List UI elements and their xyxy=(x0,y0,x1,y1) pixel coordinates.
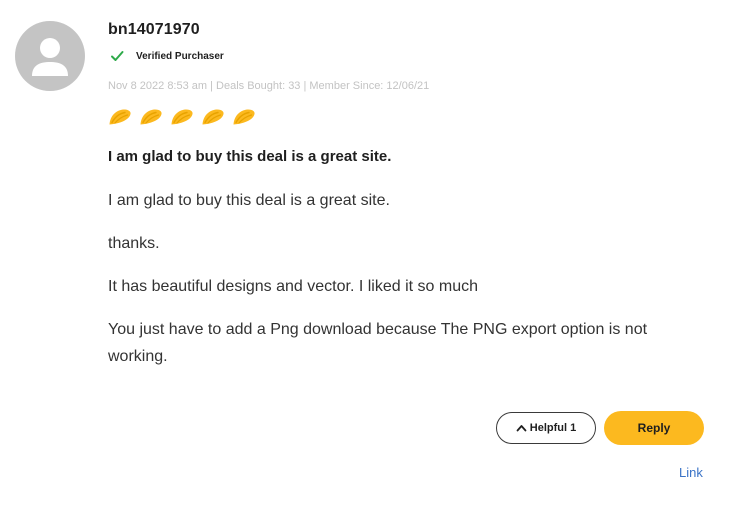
verified-label: Verified Purchaser xyxy=(136,50,224,62)
chevron-up-icon xyxy=(516,425,527,432)
taco-icon xyxy=(108,108,132,126)
taco-icon xyxy=(201,108,225,126)
verified-badge: Verified Purchaser xyxy=(110,48,224,64)
user-avatar-icon xyxy=(32,38,68,76)
review-paragraph: You just have to add a Png download beca… xyxy=(108,321,648,365)
review-meta: Nov 8 2022 8:53 am | Deals Bought: 33 | … xyxy=(108,80,430,92)
taco-icon xyxy=(170,108,194,126)
review-title: I am glad to buy this deal is a great si… xyxy=(108,148,392,165)
helpful-label: Helpful xyxy=(529,422,568,434)
taco-icon xyxy=(139,108,163,126)
reply-button[interactable]: Reply xyxy=(604,411,704,445)
helpful-count: 1 xyxy=(570,422,577,434)
checkmark-icon xyxy=(111,51,124,61)
username: bn14071970 xyxy=(108,21,200,38)
rating-tacos xyxy=(108,108,263,126)
taco-icon xyxy=(232,108,256,126)
review-paragraph: thanks. xyxy=(108,235,160,252)
permalink-link[interactable]: Link xyxy=(679,465,703,480)
review-paragraph: It has beautiful designs and vector. I l… xyxy=(108,278,478,295)
review-paragraph: I am glad to buy this deal is a great si… xyxy=(108,192,390,209)
avatar xyxy=(15,21,85,91)
helpful-button[interactable]: Helpful 1 xyxy=(496,412,596,444)
